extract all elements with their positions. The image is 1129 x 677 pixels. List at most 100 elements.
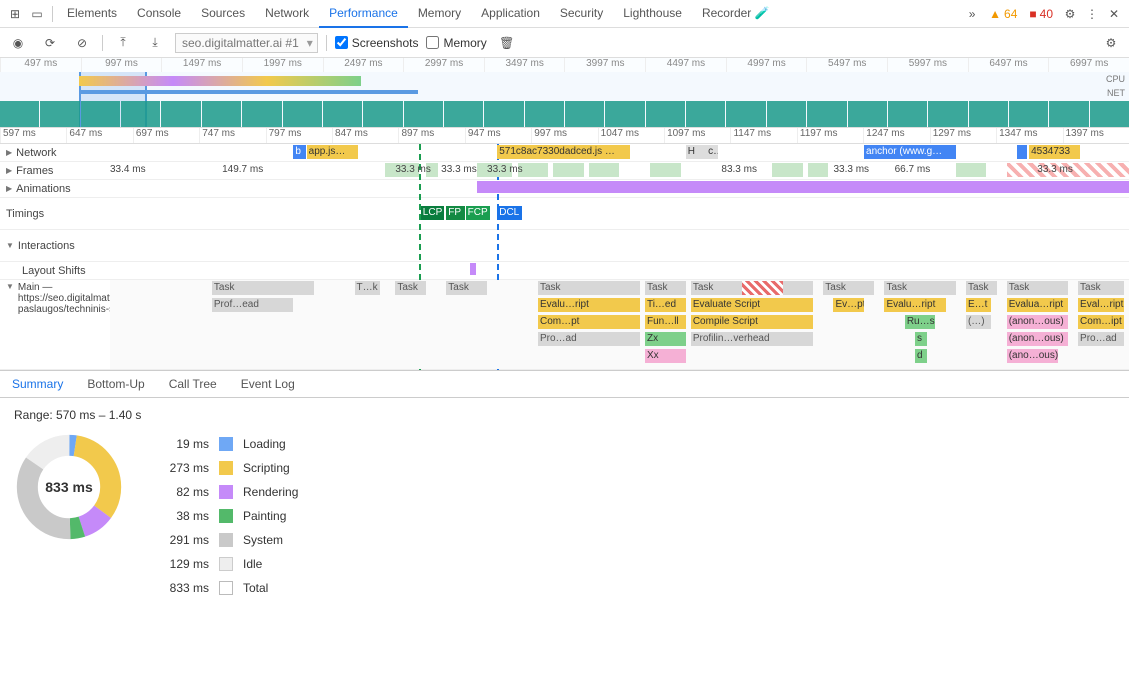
interactions-track[interactable]: ▼Interactions <box>0 230 1129 262</box>
timings-track[interactable]: Timings LCPFPFCPDCL <box>0 198 1129 230</box>
flame-bar[interactable]: 571c8ac7330dadced.js … <box>497 145 629 159</box>
close-icon[interactable]: ✕ <box>1103 3 1125 25</box>
flame-bar[interactable]: Task <box>884 281 955 295</box>
flame-bar[interactable]: Task <box>446 281 487 295</box>
flame-bar[interactable]: Evalua…ript <box>1007 298 1068 312</box>
flame-bar[interactable]: 4534733 <box>1029 145 1080 159</box>
flame-bar[interactable]: d <box>915 349 927 363</box>
flame-bar[interactable]: E…t <box>966 298 991 312</box>
flame-bar[interactable]: Fun…ll <box>645 315 686 329</box>
flame-bar[interactable]: Task <box>645 281 686 295</box>
flame-bar[interactable]: Pro…ad <box>538 332 640 346</box>
kebab-menu-icon[interactable]: ⋮ <box>1081 3 1103 25</box>
network-track[interactable]: ▶Network bapp.js…571c8ac7330dadced.js …H… <box>0 144 1129 162</box>
legend-row: 38 msPainting <box>154 504 298 528</box>
flame-bar[interactable]: (ano…ous) <box>1007 349 1058 363</box>
flame-bar[interactable]: (…) <box>966 315 991 329</box>
flame-bar[interactable] <box>772 163 803 177</box>
flame-bar[interactable]: FCP <box>466 206 490 220</box>
details-tab-calltree[interactable]: Call Tree <box>157 371 229 397</box>
panel-tab-console[interactable]: Console <box>127 0 191 28</box>
device-toggle-icon[interactable]: ▭ <box>26 3 48 25</box>
flame-bar[interactable]: DCL <box>497 206 521 220</box>
details-tab-summary[interactable]: Summary <box>0 371 75 397</box>
flame-bar[interactable]: Task <box>823 281 874 295</box>
flame-bar[interactable]: app.js… <box>307 145 358 159</box>
reload-record-button[interactable]: ⟳ <box>38 31 62 55</box>
load-profile-icon[interactable]: ⤒ <box>111 31 135 55</box>
save-profile-icon[interactable]: ⤓ <box>143 31 167 55</box>
flame-bar[interactable]: Profilin…verhead <box>691 332 813 346</box>
flame-bar[interactable]: H <box>686 145 706 159</box>
flame-bar[interactable]: Xx <box>645 349 686 363</box>
memory-checkbox[interactable]: Memory <box>426 36 486 50</box>
flame-bar[interactable] <box>956 163 987 177</box>
recording-select[interactable]: seo.digitalmatter.ai #1 <box>175 33 318 53</box>
layout-shifts-track[interactable]: Layout Shifts <box>0 262 1129 280</box>
flame-bar[interactable]: Com…ipt <box>1078 315 1124 329</box>
flame-bar[interactable]: Task <box>538 281 640 295</box>
flame-bar[interactable]: c… <box>706 145 718 159</box>
inspect-icon[interactable]: ⊞ <box>4 3 26 25</box>
panel-tab-elements[interactable]: Elements <box>57 0 127 28</box>
legend-row: 19 msLoading <box>154 432 298 456</box>
record-button[interactable]: ◉ <box>6 31 30 55</box>
flame-bar[interactable] <box>477 181 1129 193</box>
flame-bar[interactable]: Evaluate Script <box>691 298 813 312</box>
flame-bar[interactable]: FP <box>446 206 464 220</box>
flame-bar[interactable]: Prof…ead <box>212 298 294 312</box>
panel-tab-recorder[interactable]: Recorder 🧪 <box>692 0 780 28</box>
flame-bar[interactable]: Ru…s <box>905 315 936 329</box>
flame-bar[interactable]: LCP <box>421 206 444 220</box>
panel-tab-lighthouse[interactable]: Lighthouse <box>613 0 692 28</box>
flame-bar[interactable]: T…k <box>355 281 380 295</box>
flame-bar[interactable]: Ti…ed <box>645 298 686 312</box>
flame-bar[interactable]: Task <box>966 281 997 295</box>
flame-bar[interactable]: Compile Script <box>691 315 813 329</box>
flame-bar[interactable]: Zx <box>645 332 686 346</box>
details-tab-bottomup[interactable]: Bottom-Up <box>75 371 156 397</box>
panel-tab-security[interactable]: Security <box>550 0 613 28</box>
main-thread-track[interactable]: ▼Main — https://seo.digitalmatter.ai/lt/… <box>0 280 1129 370</box>
animations-track[interactable]: ▶Animations <box>0 180 1129 198</box>
flame-bar[interactable]: Eval…ript <box>1078 298 1124 312</box>
frames-track[interactable]: ▶Frames 33.4 ms149.7 ms33.3 ms33.3 ms33.… <box>0 162 1129 180</box>
warnings-badge[interactable]: ▲ 64 <box>989 7 1017 21</box>
flame-bar[interactable]: s <box>915 332 927 346</box>
panel-tab-memory[interactable]: Memory <box>408 0 471 28</box>
clear-button[interactable]: ⊘ <box>70 31 94 55</box>
panel-tab-sources[interactable]: Sources <box>191 0 255 28</box>
flame-bar[interactable]: Evalu…ript <box>884 298 945 312</box>
flame-bar[interactable] <box>470 263 476 275</box>
flame-bar[interactable]: Pro…ad <box>1078 332 1124 346</box>
more-tabs-icon[interactable]: » <box>961 3 983 25</box>
garbage-collect-icon[interactable]: 🗑 <box>495 31 519 55</box>
flame-bar[interactable] <box>589 163 620 177</box>
flame-bar[interactable]: Ev…pt <box>833 298 864 312</box>
details-tab-eventlog[interactable]: Event Log <box>229 371 307 397</box>
flame-bar[interactable]: Evalu…ript <box>538 298 640 312</box>
flame-bar[interactable] <box>808 163 828 177</box>
flame-bar[interactable]: Com…pt <box>538 315 640 329</box>
screenshots-checkbox[interactable]: Screenshots <box>335 36 419 50</box>
flame-bar[interactable]: Task <box>212 281 314 295</box>
flame-bar[interactable] <box>742 281 783 295</box>
settings-gear-icon[interactable]: ⚙ <box>1059 3 1081 25</box>
panel-tab-application[interactable]: Application <box>471 0 550 28</box>
performance-toolbar: ◉ ⟳ ⊘ ⤒ ⤓ seo.digitalmatter.ai #1 Screen… <box>0 28 1129 58</box>
flame-bar[interactable]: Task <box>1078 281 1124 295</box>
panel-tab-network[interactable]: Network <box>255 0 319 28</box>
flame-bar[interactable] <box>650 163 681 177</box>
flame-bar[interactable] <box>553 163 584 177</box>
capture-settings-gear-icon[interactable]: ⚙ <box>1099 31 1123 55</box>
flame-bar[interactable]: Task <box>395 281 426 295</box>
flame-bar[interactable]: Task <box>1007 281 1068 295</box>
overview-timeline[interactable]: 497 ms997 ms1497 ms1997 ms2497 ms2997 ms… <box>0 58 1129 128</box>
flame-bar[interactable]: b <box>293 145 305 159</box>
flame-bar[interactable]: (anon…ous) <box>1007 315 1068 329</box>
errors-badge[interactable]: ■ 40 <box>1029 7 1053 21</box>
flame-bar[interactable]: (anon…ous) <box>1007 332 1068 346</box>
flame-bar[interactable] <box>1017 145 1027 159</box>
flame-bar[interactable]: anchor (www.g… <box>864 145 956 159</box>
panel-tab-performance[interactable]: Performance <box>319 0 408 28</box>
